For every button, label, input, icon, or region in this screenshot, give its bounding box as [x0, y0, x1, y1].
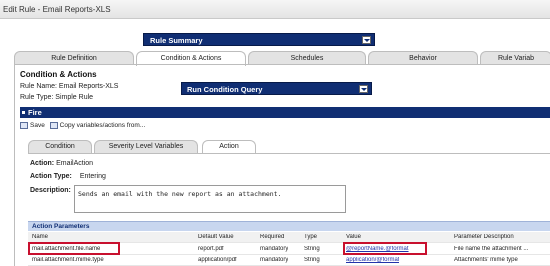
rule-name-row: Rule Name: Email Reports-XLS	[20, 83, 118, 90]
action-parameters-header: Action Parameters	[28, 221, 550, 231]
action-value: EmailAction	[56, 160, 94, 167]
description-label: Description:	[30, 187, 71, 194]
fire-section-header[interactable]: Fire	[20, 107, 550, 118]
param-name: mail.attachment.mime.type	[32, 257, 104, 263]
tab-label: Condition & Actions	[160, 55, 222, 62]
tab-rule-definition[interactable]: Rule Definition	[14, 51, 134, 65]
inner-tab-divider	[28, 153, 550, 154]
section-title: Condition & Actions	[20, 70, 97, 79]
tab-schedules[interactable]: Schedules	[248, 51, 366, 65]
param-required: mandatory	[260, 257, 289, 263]
copy-variables-link[interactable]: Copy variables/actions from...	[60, 122, 146, 129]
tab-rule-variables[interactable]: Rule Variab	[480, 51, 550, 65]
highlight-name-box	[28, 242, 120, 255]
action-type-value: Entering	[79, 173, 106, 180]
tab-label: Behavior	[409, 55, 437, 62]
table-row[interactable]: mail.attachment.mime.type application/pd…	[28, 255, 550, 266]
column-header-parameter-description: Parameter Description	[454, 234, 514, 240]
param-required: mandatory	[260, 246, 289, 252]
param-default-value: report.pdf	[198, 246, 224, 252]
rule-type-row: Rule Type: Simple Rule	[20, 94, 93, 101]
tab-condition[interactable]: Condition	[28, 140, 92, 153]
param-description: Attachments' mime type	[454, 257, 518, 263]
column-header-value: Value	[346, 234, 361, 240]
window-title-bar: Edit Rule - Email Reports-XLS	[0, 0, 550, 19]
save-button[interactable]: Save	[30, 122, 45, 129]
column-header-type: Type	[304, 234, 318, 240]
fire-toolbar: Save Copy variables/actions from...	[20, 122, 550, 132]
column-header-required: Required	[260, 234, 285, 240]
action-type-row: Action Type: Entering	[30, 173, 106, 180]
param-description: File name the attachment ...	[454, 246, 529, 252]
window-title: Edit Rule - Email Reports-XLS	[3, 5, 111, 14]
rule-name-label: Rule Name:	[20, 83, 57, 90]
rule-type-value: Simple Rule	[55, 94, 94, 101]
fire-title: Fire	[28, 108, 42, 117]
tab-label: Severity Level Variables	[108, 143, 184, 150]
tab-label: Rule Variab	[497, 55, 535, 62]
rule-summary-label: Rule Summary	[150, 36, 203, 45]
action-type-label: Action Type:	[30, 173, 72, 180]
chevron-down-icon[interactable]	[362, 36, 371, 44]
action-label: Action:	[30, 160, 55, 167]
tab-label: Action	[219, 143, 239, 150]
param-type: String	[304, 257, 320, 263]
column-header-default-value: Default Value	[198, 234, 234, 240]
tab-label: Condition	[45, 143, 75, 150]
column-header-name: Name	[32, 234, 49, 240]
action-row: Action: EmailAction	[30, 160, 93, 167]
save-icon[interactable]	[20, 122, 28, 129]
run-condition-query-label: Run Condition Query	[187, 85, 263, 94]
tab-action[interactable]: Action	[202, 140, 256, 154]
highlight-value-box	[343, 242, 427, 255]
description-textarea[interactable]: Sends an email with the new report as an…	[74, 185, 346, 213]
tab-label: Schedules	[290, 55, 324, 62]
tab-severity-level-variables[interactable]: Severity Level Variables	[94, 140, 198, 153]
chevron-down-icon[interactable]	[359, 85, 368, 93]
param-value-link[interactable]: application/@format	[346, 257, 399, 263]
param-type: String	[304, 246, 320, 252]
run-condition-query-button[interactable]: Run Condition Query	[181, 82, 372, 95]
tab-behavior[interactable]: Behavior	[368, 51, 478, 65]
tab-label: Rule Definition	[51, 55, 97, 62]
rule-name-value: Email Reports-XLS	[58, 83, 119, 90]
rule-type-label: Rule Type:	[20, 94, 54, 101]
copy-icon[interactable]	[49, 122, 58, 129]
param-default-value: application/pdf	[198, 257, 237, 263]
rule-summary-dropdown[interactable]: Rule Summary	[143, 33, 375, 46]
